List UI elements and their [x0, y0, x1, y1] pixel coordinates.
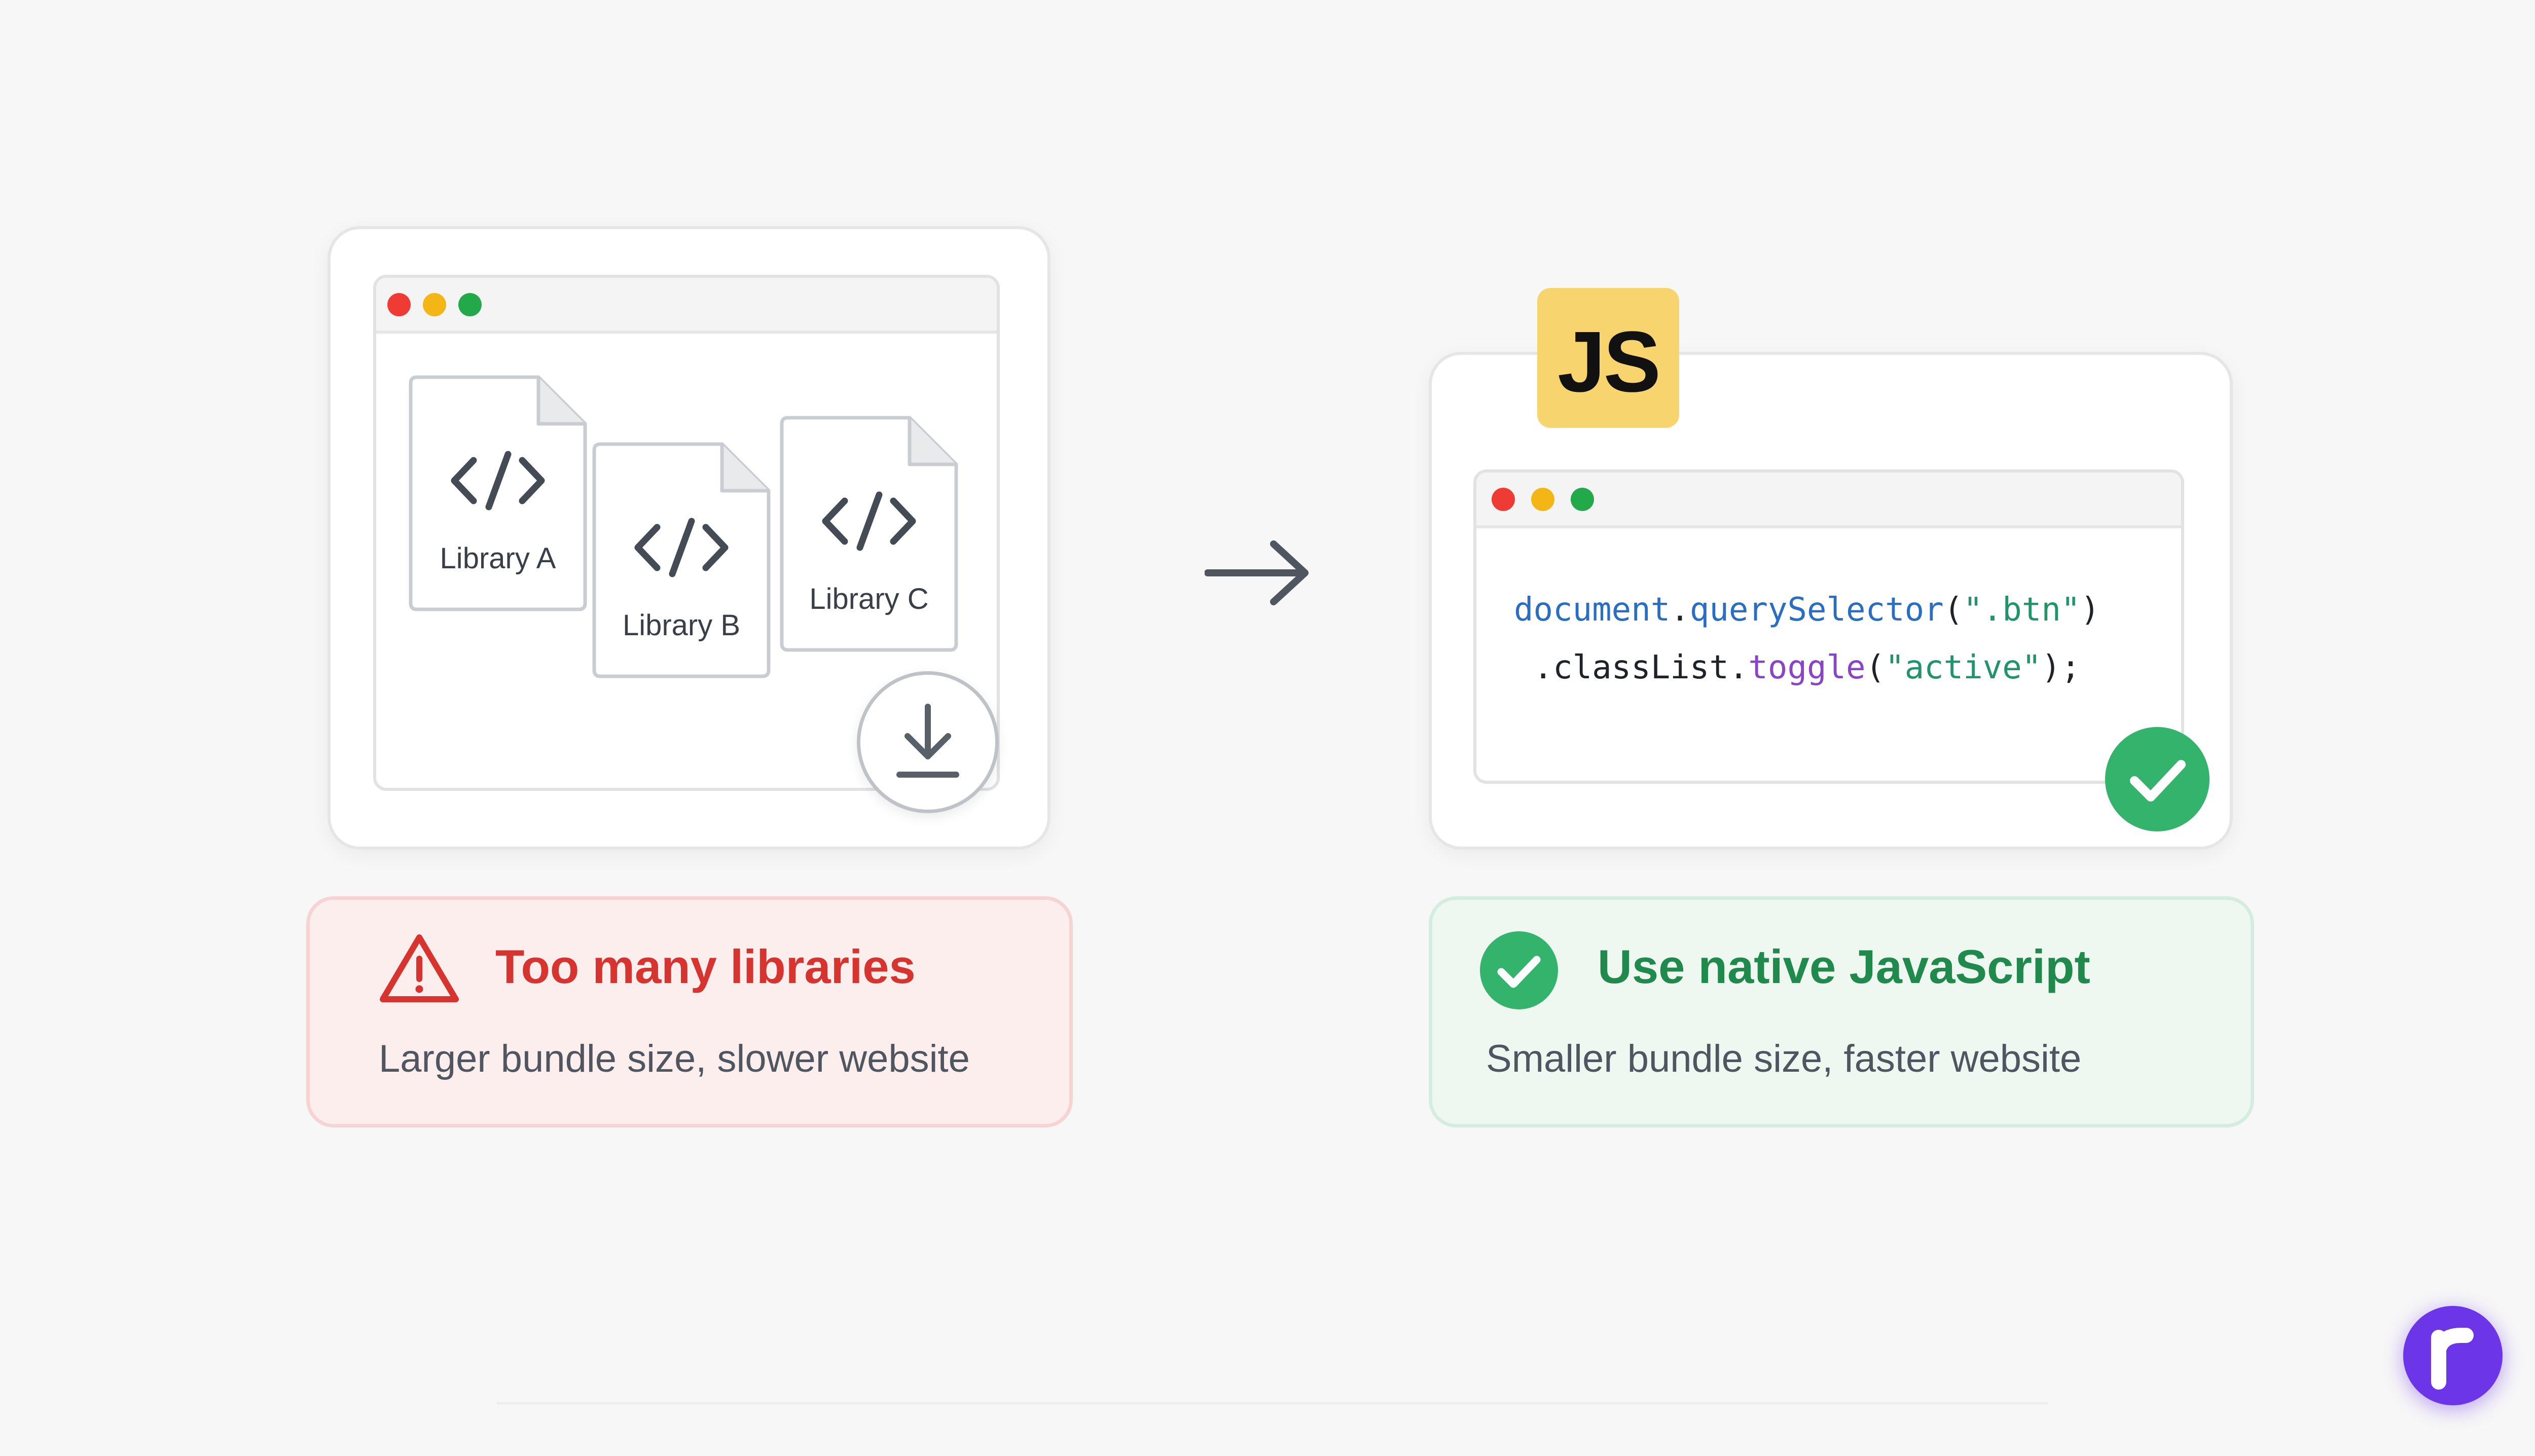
browser-title-bar: [376, 278, 997, 334]
code-brackets-icon: [451, 451, 545, 511]
brand-logo-icon: [2403, 1306, 2503, 1405]
arrow-right-icon: [1205, 540, 1309, 605]
library-file-c: Library C: [779, 415, 959, 653]
maximize-dot-icon: [1571, 488, 1594, 511]
library-label: Library B: [622, 609, 741, 642]
success-check-icon: [2105, 727, 2210, 831]
code-token: ".btn": [1963, 591, 2081, 629]
footer-divider: [497, 1402, 2048, 1404]
code-token: .classList.: [1514, 649, 1749, 686]
code-line-2: .classList.toggle("active");: [1514, 649, 2081, 686]
code-token: document: [1514, 591, 1671, 629]
close-dot-icon: [1492, 488, 1515, 511]
problem-title: Too many libraries: [495, 940, 916, 993]
code-token: ): [2080, 591, 2100, 629]
problem-subtitle: Larger bundle size, slower website: [379, 1037, 970, 1080]
warning-triangle-icon: [380, 934, 459, 1002]
minimize-dot-icon: [423, 293, 446, 316]
maximize-dot-icon: [458, 293, 482, 316]
library-label: Library A: [440, 542, 556, 575]
js-logo-badge: JS: [1537, 288, 1679, 428]
solution-subtitle: Smaller bundle size, faster website: [1486, 1037, 2082, 1080]
problem-panel: Too many libraries Larger bundle size, s…: [306, 896, 1073, 1127]
library-file-a: Library A: [408, 374, 588, 612]
code-token: querySelector: [1689, 591, 1944, 629]
code-brackets-icon: [822, 491, 916, 551]
editor-title-bar: [1476, 472, 2181, 528]
check-circle-icon: [1480, 931, 1558, 1009]
code-token: (: [1865, 649, 1886, 686]
download-icon: [857, 671, 999, 813]
code-token: (: [1943, 591, 1964, 629]
code-line-1: document.querySelector(".btn"): [1514, 591, 2100, 629]
js-badge-label: JS: [1558, 314, 1661, 410]
solution-panel: Use native JavaScript Smaller bundle siz…: [1429, 896, 2254, 1127]
library-file-b: Library B: [591, 441, 772, 679]
code-brackets-icon: [634, 518, 729, 577]
code-token: toggle: [1748, 649, 1866, 686]
code-token: );: [2041, 649, 2081, 686]
code-token: "active": [1885, 649, 2042, 686]
code-token: .: [1670, 591, 1690, 629]
solution-title: Use native JavaScript: [1598, 940, 2090, 993]
library-label: Library C: [809, 583, 929, 615]
minimize-dot-icon: [1531, 488, 1554, 511]
close-dot-icon: [387, 293, 411, 316]
